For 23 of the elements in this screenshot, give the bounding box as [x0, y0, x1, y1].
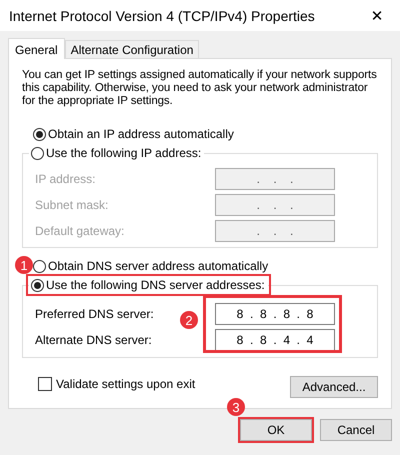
radio-option[interactable]: Obtain an IP address automatically — [31, 126, 237, 142]
tab[interactable]: General — [8, 38, 65, 59]
window-title: Internet Protocol Version 4 (TCP/IPv4) Properties — [9, 8, 315, 24]
field-label: Default gateway: — [35, 224, 124, 238]
tab[interactable]: Alternate Configuration — [64, 40, 200, 58]
ip-input-field[interactable]: 8 . 8 . 8 . 8 — [215, 302, 335, 324]
step-badge: 1 — [15, 256, 33, 274]
field-label: Preferred DNS server: — [35, 306, 154, 320]
close-button[interactable]: ✕ — [354, 0, 400, 31]
cancel-button[interactable]: Cancel — [320, 419, 392, 441]
step-badge: 2 — [180, 311, 198, 329]
advanced-button[interactable]: Advanced... — [290, 376, 378, 398]
field-label: Alternate DNS server: — [35, 332, 152, 346]
radio-option[interactable]: Obtain DNS server address automatically — [31, 258, 272, 274]
field-label: Subnet mask: — [35, 198, 108, 212]
field-label: IP address: — [35, 172, 96, 186]
radio-option[interactable]: Use the following IP address: — [29, 145, 204, 161]
radio-option[interactable]: Use the following DNS server addresses: — [29, 277, 268, 293]
validate-checkbox[interactable]: Validate settings upon exit — [38, 377, 196, 391]
ip-input-field[interactable]: 8 . 8 . 4 . 4 — [215, 328, 335, 350]
ok-button[interactable]: OK — [240, 419, 312, 441]
description-text: You can get IP settings assigned automatically if your network supports this capability. Otherwise, you need to ask your network administrator for the appropriate IP settings. — [22, 69, 378, 108]
step-badge: 3 — [227, 398, 245, 416]
